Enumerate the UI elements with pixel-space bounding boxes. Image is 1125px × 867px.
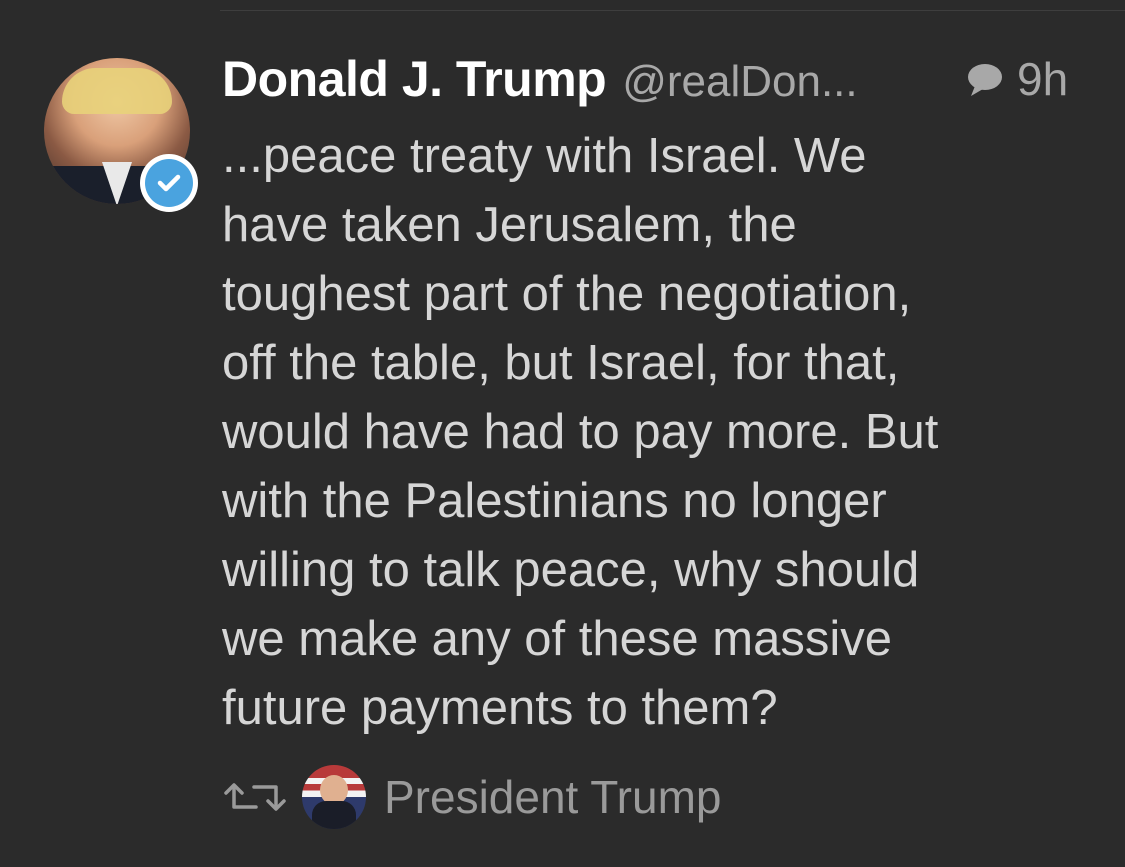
tweet-card[interactable]: Donald J. Trump @realDon... 9h ...peace … <box>0 0 1125 867</box>
tweet-body: ...peace treaty with Israel. We have tak… <box>222 129 939 735</box>
retweeted-by-name[interactable]: President Trump <box>384 770 721 824</box>
author-avatar-container[interactable] <box>44 58 198 212</box>
verified-check-icon <box>145 159 193 207</box>
tweet-timestamp: 9h <box>1017 53 1069 105</box>
author-handle[interactable]: @realDon... <box>622 57 857 107</box>
retweeter-avatar[interactable] <box>302 765 366 829</box>
retweeter-avatar-body <box>312 801 356 829</box>
author-display-name[interactable]: Donald J. Trump <box>222 50 607 108</box>
retweet-icon <box>222 777 288 817</box>
retweet-context[interactable]: President Trump <box>222 762 721 832</box>
avatar-hair <box>62 68 172 114</box>
reply-bubble-icon[interactable] <box>965 62 1005 98</box>
verified-badge <box>140 154 198 212</box>
